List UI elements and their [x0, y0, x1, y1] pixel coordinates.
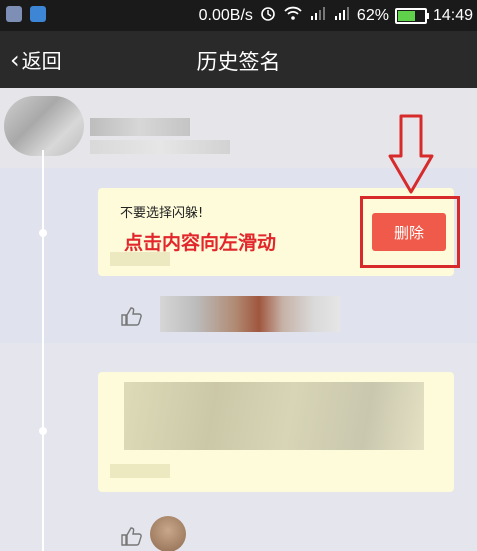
instruction-text: 点击内容向左滑动 — [124, 232, 277, 254]
timeline-line — [42, 150, 44, 551]
signal-icon — [333, 5, 351, 26]
subtitle-blurred — [90, 140, 230, 154]
date-blurred — [110, 464, 170, 478]
battery-percent: 62% — [356, 6, 389, 24]
date-blurred — [110, 252, 170, 266]
liker-avatar-blurred — [150, 516, 186, 551]
app-notification-icon — [6, 6, 22, 22]
signature-text: 不要选择闪躲! — [120, 206, 204, 221]
signature-card[interactable] — [98, 372, 454, 492]
thumbs-up-icon[interactable] — [120, 526, 142, 546]
wifi-icon — [283, 5, 303, 26]
thumbs-up-icon[interactable] — [120, 306, 142, 326]
timeline-dot — [39, 427, 47, 435]
signal-icon — [309, 5, 327, 26]
down-arrow-annotation-icon — [388, 114, 434, 194]
alarm-icon — [259, 4, 277, 27]
signature-text-blurred — [124, 382, 424, 450]
page-title: 历史签名 — [196, 50, 281, 74]
liker-avatars-blurred — [160, 296, 340, 332]
battery-icon — [394, 7, 429, 24]
delete-button[interactable]: 删除 — [372, 213, 446, 251]
username-blurred — [90, 118, 190, 136]
status-bar: 0.00B/s 62% 14:49 — [0, 0, 477, 31]
battery-level — [397, 10, 416, 21]
title-bar: ‹ 返回 历史签名 — [0, 31, 477, 88]
security-notification-icon — [30, 6, 46, 22]
avatar — [4, 96, 84, 156]
clock: 14:49 — [432, 6, 473, 24]
timeline-dot — [39, 229, 47, 237]
notification-icons — [6, 6, 46, 22]
network-speed: 0.00B/s — [198, 6, 253, 24]
status-indicators: 0.00B/s 62% 14:49 — [199, 4, 473, 27]
